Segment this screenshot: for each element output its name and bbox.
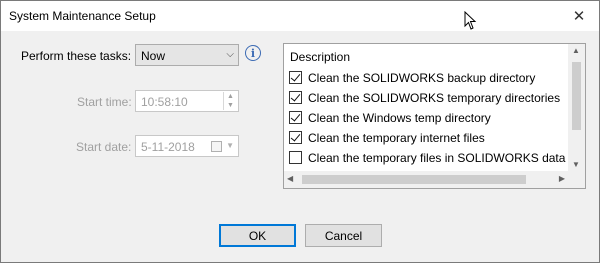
scroll-right-icon[interactable]: ▶ <box>559 174 565 183</box>
task-list[interactable]: Description Clean the SOLIDWORKS backup … <box>283 43 586 189</box>
start-time-label: Start time: <box>77 95 132 109</box>
task-list-items: Clean the SOLIDWORKS backup directory Cl… <box>288 68 568 172</box>
list-item[interactable]: Clean the temporary internet files <box>288 128 568 148</box>
scroll-left-icon[interactable]: ◀ <box>287 174 293 183</box>
chevron-down-icon[interactable]: ▼ <box>226 141 234 150</box>
mouse-cursor-icon <box>464 11 477 30</box>
title-bar[interactable]: System Maintenance Setup ✕ <box>1 1 599 31</box>
horizontal-scroll-thumb[interactable] <box>302 175 526 184</box>
spin-down-icon[interactable]: ▼ <box>224 101 237 110</box>
horizontal-scrollbar[interactable]: ◀ ▶ <box>284 171 568 188</box>
window-title: System Maintenance Setup <box>9 9 156 23</box>
list-item[interactable]: Clean the SOLIDWORKS backup directory <box>288 68 568 88</box>
time-spinner[interactable]: ▲ ▼ <box>223 92 237 110</box>
start-time-field[interactable]: 10:58:10 ▲ ▼ <box>135 90 239 112</box>
info-icon[interactable]: i <box>245 45 261 61</box>
start-date-field[interactable]: 5-11-2018 ▼ <box>135 135 239 157</box>
close-button[interactable]: ✕ <box>563 3 595 29</box>
scrollbar-corner <box>568 171 585 188</box>
task-checkbox[interactable] <box>289 71 302 84</box>
cancel-button[interactable]: Cancel <box>305 224 382 247</box>
start-time-value: 10:58:10 <box>141 95 188 109</box>
task-label: Clean the temporary internet files <box>308 131 485 145</box>
vertical-scrollbar[interactable]: ▲ ▼ <box>568 44 585 171</box>
task-label: Clean the SOLIDWORKS backup directory <box>308 71 536 85</box>
perform-tasks-dropdown[interactable]: Now ⌵ <box>135 44 239 66</box>
perform-tasks-value: Now <box>141 49 166 63</box>
vertical-scroll-thumb[interactable] <box>572 62 581 130</box>
task-checkbox[interactable] <box>289 131 302 144</box>
list-item[interactable]: Clean the SOLIDWORKS temporary directori… <box>288 88 568 108</box>
spin-up-icon[interactable]: ▲ <box>224 92 237 101</box>
task-checkbox[interactable] <box>289 111 302 124</box>
start-date-value: 5-11-2018 <box>141 140 195 154</box>
task-checkbox[interactable] <box>289 91 302 104</box>
list-item[interactable]: Clean the temporary files in SOLIDWORKS … <box>288 148 568 168</box>
close-icon: ✕ <box>572 8 586 25</box>
task-label: Clean the Windows temp directory <box>308 111 491 125</box>
chevron-down-icon: ⌵ <box>226 49 234 60</box>
ok-button[interactable]: OK <box>219 224 296 247</box>
task-checkbox[interactable] <box>289 151 302 164</box>
calendar-icon[interactable] <box>211 141 222 152</box>
task-label: Clean the SOLIDWORKS temporary directori… <box>308 91 561 105</box>
perform-tasks-label: Perform these tasks: <box>21 49 132 63</box>
scroll-up-icon[interactable]: ▲ <box>572 46 580 55</box>
start-date-label: Start date: <box>76 140 132 154</box>
scroll-down-icon[interactable]: ▼ <box>572 160 580 169</box>
task-label: Clean the temporary files in SOLIDWORKS … <box>308 151 568 165</box>
system-maintenance-dialog: System Maintenance Setup ✕ Perform these… <box>0 0 600 263</box>
list-header-description: Description <box>290 50 351 64</box>
list-item[interactable]: Clean the Windows temp directory <box>288 108 568 128</box>
